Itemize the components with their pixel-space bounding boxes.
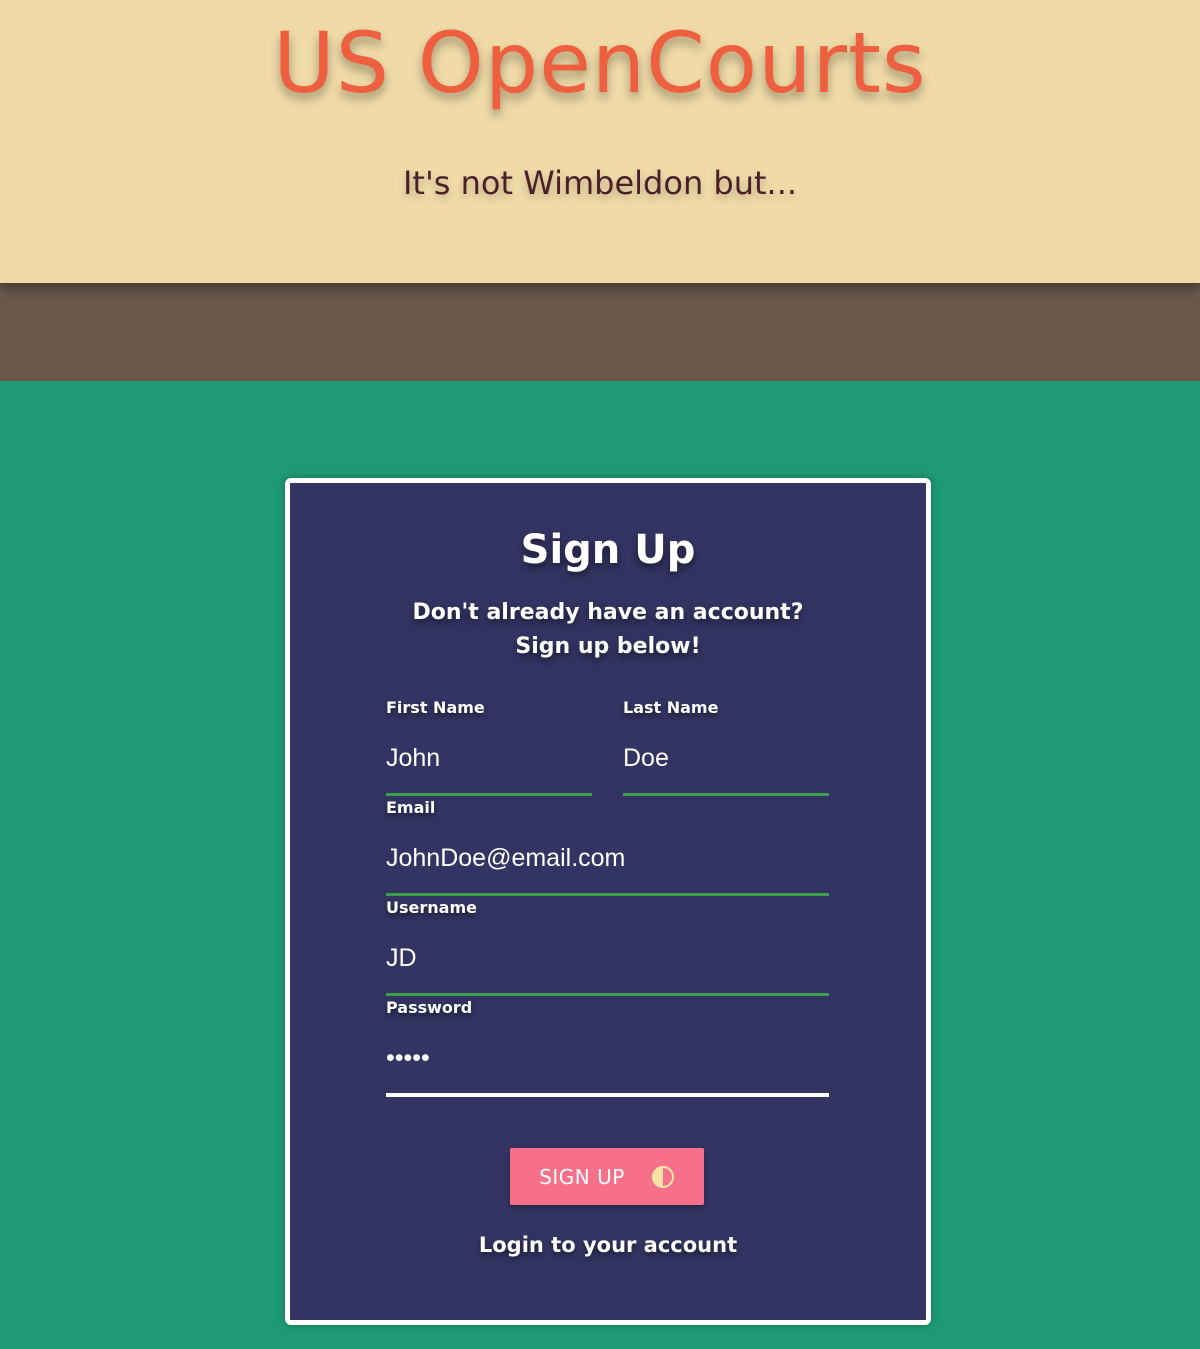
first-name-label: First Name — [386, 698, 485, 717]
username-input[interactable] — [386, 938, 829, 978]
first-name-input[interactable] — [386, 738, 592, 778]
form-title: Sign Up — [520, 527, 696, 573]
email-input[interactable] — [386, 838, 829, 878]
email-label: Email — [386, 798, 436, 817]
form-subtitle-line1: Don't already have an account? — [412, 600, 804, 625]
signup-button-label: SIGN UP — [539, 1164, 625, 1189]
half-circle-icon — [651, 1165, 674, 1188]
site-title: US OpenCourts — [273, 14, 927, 112]
email-group: Email — [386, 798, 829, 898]
username-label: Username — [386, 898, 477, 917]
last-name-label: Last Name — [623, 698, 719, 717]
password-label: Password — [386, 998, 473, 1017]
form-subtitle-line2: Sign up below! — [515, 634, 701, 659]
last-name-underline — [623, 793, 829, 796]
username-group: Username — [386, 898, 829, 998]
login-link[interactable]: Login to your account — [290, 1233, 926, 1257]
last-name-input[interactable] — [623, 738, 829, 778]
first-name-group: First Name — [386, 698, 592, 798]
nav-band — [0, 283, 1200, 381]
last-name-group: Last Name — [623, 698, 829, 798]
email-underline — [386, 893, 829, 896]
first-name-underline — [386, 793, 592, 796]
signup-card: Sign Up Don't already have an account? S… — [285, 478, 931, 1325]
signup-button[interactable]: SIGN UP — [510, 1148, 704, 1205]
password-group: Password — [386, 998, 829, 1098]
username-underline — [386, 993, 829, 996]
site-header: US OpenCourts It's not Wimbeldon but... — [0, 0, 1200, 283]
password-underline — [386, 1093, 829, 1097]
password-input[interactable] — [386, 1038, 829, 1078]
site-tagline: It's not Wimbeldon but... — [402, 164, 798, 202]
form-subtitle: Don't already have an account? Sign up b… — [290, 596, 926, 664]
